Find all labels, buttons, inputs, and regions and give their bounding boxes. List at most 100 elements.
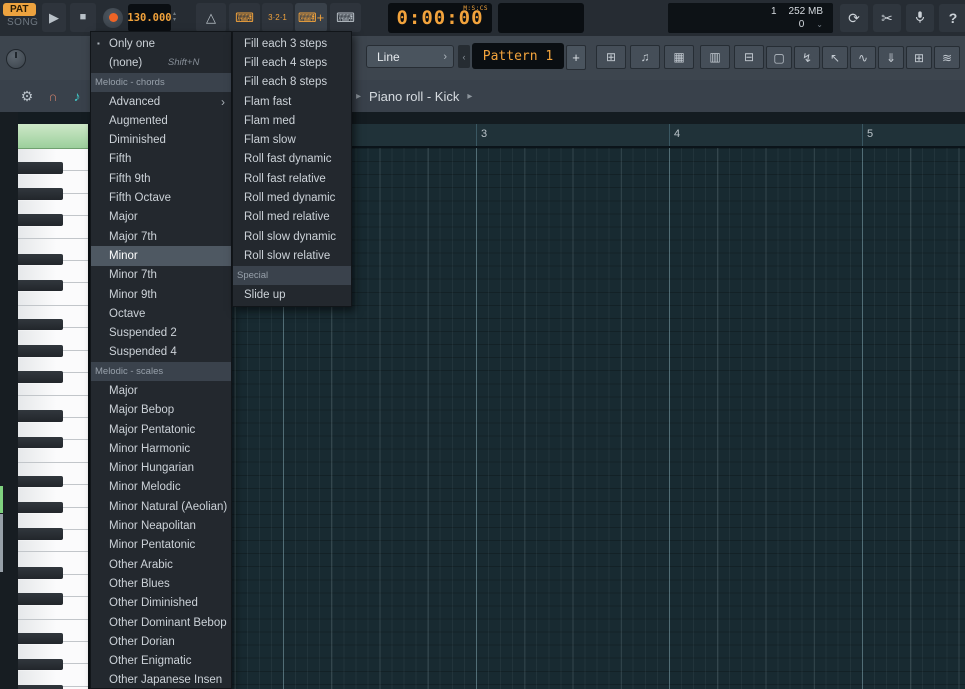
menu-item[interactable]: Minor 9th — [91, 285, 231, 304]
menu-item[interactable]: Minor Neapolitan — [91, 516, 231, 535]
black-key[interactable] — [18, 528, 63, 540]
black-key[interactable] — [18, 685, 63, 689]
piano-keys[interactable] — [18, 124, 90, 689]
menu-item[interactable]: Other Enigmatic — [91, 652, 231, 671]
metronome-button[interactable]: △ — [196, 3, 226, 32]
submenu-item[interactable]: Fill each 8 steps — [233, 73, 351, 92]
black-key[interactable] — [18, 502, 63, 514]
submenu-item[interactable]: Flam slow — [233, 130, 351, 149]
black-key[interactable] — [18, 476, 63, 488]
menu-item[interactable]: Minor Natural (Aeolian) — [91, 497, 231, 516]
menu-item[interactable]: Major Bebop — [91, 401, 231, 420]
menu-item[interactable]: Fifth Octave — [91, 188, 231, 207]
menu-item[interactable]: Minor Hungarian — [91, 459, 231, 478]
submenu-item[interactable]: Special — [233, 266, 351, 285]
submenu-item[interactable]: Roll med relative — [233, 208, 351, 227]
options-button[interactable]: ⚙ — [16, 80, 38, 112]
black-key[interactable] — [18, 567, 63, 579]
menu-item[interactable]: Other Diminished — [91, 594, 231, 613]
pointer-tool-button[interactable]: ↖ — [822, 46, 848, 69]
add-pattern-button[interactable]: + — [566, 45, 586, 70]
menu-item[interactable]: Octave — [91, 304, 231, 323]
menu-item[interactable]: Major — [91, 381, 231, 400]
blend-recording-button[interactable]: ⌨+ — [295, 3, 327, 32]
menu-item[interactable]: Major — [91, 208, 231, 227]
menu-item[interactable]: Suspended 2 — [91, 323, 231, 342]
submenu-item[interactable]: Roll med dynamic — [233, 188, 351, 207]
menu-item[interactable]: Other Dominant Bebop — [91, 613, 231, 632]
window-title-area[interactable]: ▸ Piano roll - Kick ▸ — [356, 80, 472, 112]
secondary-display[interactable] — [498, 3, 584, 33]
pat-mode-label[interactable]: PAT — [3, 3, 36, 16]
loop-record-button[interactable]: ⌨ — [330, 3, 361, 32]
menu-item[interactable]: Melodic - chords — [91, 73, 231, 92]
menu-item[interactable]: Other Arabic — [91, 555, 231, 574]
menu-item[interactable]: Minor 7th — [91, 266, 231, 285]
submenu-item[interactable]: Flam med — [233, 111, 351, 130]
submenu-item[interactable]: Roll slow dynamic — [233, 227, 351, 246]
submenu-item[interactable]: Roll slow relative — [233, 246, 351, 265]
menu-item[interactable]: ▪ Only one — [91, 34, 231, 53]
highlighted-key[interactable] — [18, 124, 88, 149]
black-key[interactable] — [18, 345, 63, 357]
stamp-tool-button[interactable]: ♪ — [66, 80, 88, 112]
black-key[interactable] — [18, 633, 63, 645]
sync-button[interactable]: ⟳ — [840, 4, 868, 32]
menu-item[interactable]: Fifth 9th — [91, 169, 231, 188]
menu-item[interactable]: (none) Shift+N — [91, 53, 231, 72]
submenu-item[interactable]: Slide up — [233, 285, 351, 304]
menu-item[interactable]: Augmented — [91, 111, 231, 130]
stop-button[interactable]: ■ — [70, 3, 96, 32]
help-button[interactable]: ? — [939, 4, 965, 32]
menu-item[interactable]: Minor Harmonic — [91, 439, 231, 458]
menu-item[interactable]: Melodic - scales — [91, 362, 231, 381]
microphone-button[interactable] — [906, 4, 934, 32]
menu-item[interactable]: Other Japanese Insen — [91, 671, 231, 689]
black-key[interactable] — [18, 437, 63, 449]
record-button[interactable] — [99, 3, 127, 32]
black-key[interactable] — [18, 254, 63, 266]
pattern-selector[interactable]: Pattern 1 — [472, 43, 564, 69]
play-button[interactable]: ▶ — [42, 3, 66, 32]
menu-item[interactable]: Suspended 4 — [91, 343, 231, 362]
tempo-display[interactable]: 130.000 — [128, 4, 171, 32]
snap-button[interactable]: ∩ — [42, 80, 64, 112]
black-key[interactable] — [18, 214, 63, 226]
grid-view-button[interactable]: ▦ — [664, 45, 694, 69]
cut-tool-button[interactable]: ✂ — [873, 4, 901, 32]
submenu-item[interactable]: Flam fast — [233, 92, 351, 111]
black-key[interactable] — [18, 162, 63, 174]
wave-view-button[interactable]: ∿ — [850, 46, 876, 69]
black-key[interactable] — [18, 188, 63, 200]
mixer-button[interactable]: ≋ — [934, 46, 960, 69]
step-edit-button[interactable]: ♫ — [630, 45, 660, 69]
menu-item[interactable]: Diminished — [91, 130, 231, 149]
menu-item[interactable]: Advanced › — [91, 92, 231, 111]
typing-keyboard-button[interactable]: ⌨ — [229, 3, 260, 32]
menu-item[interactable]: Minor — [91, 246, 231, 265]
tempo-spinner[interactable]: ▴ ▾ — [173, 11, 176, 23]
submenu-item[interactable]: Roll fast dynamic — [233, 150, 351, 169]
black-key[interactable] — [18, 410, 63, 422]
black-key[interactable] — [18, 659, 63, 671]
time-display[interactable]: 0:00:00 M:S:CS — [388, 3, 492, 33]
menu-item[interactable]: Major 7th — [91, 227, 231, 246]
copy-button[interactable]: ▢ — [766, 46, 792, 69]
plugin-button[interactable]: ↯ — [794, 46, 820, 69]
menu-item[interactable]: Minor Melodic — [91, 478, 231, 497]
shape-tool-select[interactable]: Line › — [366, 45, 454, 68]
menu-item[interactable]: Fifth — [91, 150, 231, 169]
song-mode-label[interactable]: SONG — [2, 17, 38, 28]
black-key[interactable] — [18, 593, 63, 605]
scroll-indicator[interactable] — [0, 514, 3, 572]
submenu-item[interactable]: Fill each 3 steps — [233, 34, 351, 53]
menu-item[interactable]: Other Dorian — [91, 632, 231, 651]
menu-item[interactable]: Minor Pentatonic — [91, 536, 231, 555]
export-button[interactable]: ⇓ — [878, 46, 904, 69]
menu-item[interactable]: Major Pentatonic — [91, 420, 231, 439]
countdown-button[interactable]: 3·2·1 — [262, 3, 293, 32]
submenu-item[interactable]: Fill each 4 steps — [233, 53, 351, 72]
multilink-button[interactable]: ▥ — [700, 45, 730, 69]
pat-song-toggle[interactable]: PAT SONG — [2, 1, 42, 35]
submenu-item[interactable]: Roll fast relative — [233, 169, 351, 188]
